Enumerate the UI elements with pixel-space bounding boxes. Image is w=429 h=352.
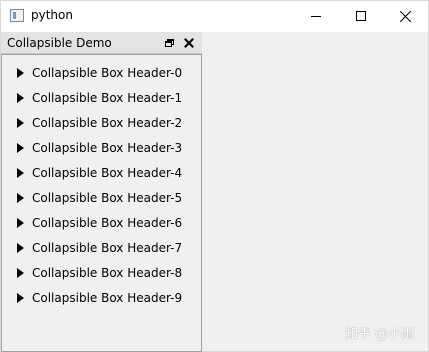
- arrow-right-icon: [17, 168, 24, 178]
- collapsible-box-label: Collapsible Box Header-6: [32, 216, 183, 230]
- collapsible-box-header[interactable]: Collapsible Box Header-5: [2, 186, 201, 211]
- collapsible-box-header[interactable]: Collapsible Box Header-1: [2, 86, 201, 111]
- maximize-button[interactable]: [338, 1, 384, 32]
- collapsible-box-label: Collapsible Box Header-3: [32, 141, 183, 155]
- dock-content-panel: Collapsible Box Header-0 Collapsible Box…: [1, 54, 202, 352]
- collapsible-box-label: Collapsible Box Header-2: [32, 116, 183, 130]
- float-icon[interactable]: [165, 39, 174, 47]
- collapsible-box-label: Collapsible Box Header-8: [32, 266, 183, 280]
- collapsible-box-label: Collapsible Box Header-5: [32, 191, 183, 205]
- collapsible-box-list: Collapsible Box Header-0 Collapsible Box…: [2, 61, 201, 311]
- collapsible-box-label: Collapsible Box Header-7: [32, 241, 183, 255]
- app-window: python Collapsible Demo Collapsible Box …: [0, 0, 429, 352]
- collapsible-box-label: Collapsible Box Header-4: [32, 166, 183, 180]
- arrow-right-icon: [17, 268, 24, 278]
- minimize-icon: [311, 16, 321, 17]
- dock-close-icon[interactable]: [184, 38, 194, 48]
- minimize-button[interactable]: [293, 1, 339, 32]
- arrow-right-icon: [17, 93, 24, 103]
- collapsible-box-header[interactable]: Collapsible Box Header-3: [2, 136, 201, 161]
- collapsible-box-header[interactable]: Collapsible Box Header-4: [2, 161, 201, 186]
- collapsible-box-header[interactable]: Collapsible Box Header-8: [2, 261, 201, 286]
- arrow-right-icon: [17, 68, 24, 78]
- collapsible-box-header[interactable]: Collapsible Box Header-9: [2, 286, 201, 311]
- collapsible-box-label: Collapsible Box Header-0: [32, 66, 183, 80]
- collapsible-box-header[interactable]: Collapsible Box Header-0: [2, 61, 201, 86]
- close-window-button[interactable]: [383, 1, 429, 32]
- dock-titlebar[interactable]: Collapsible Demo: [1, 32, 202, 54]
- window-title: python: [31, 8, 73, 22]
- arrow-right-icon: [17, 143, 24, 153]
- collapsible-box-header[interactable]: Collapsible Box Header-6: [2, 211, 201, 236]
- dock-title: Collapsible Demo: [7, 36, 112, 50]
- arrow-right-icon: [17, 218, 24, 228]
- collapsible-box-header[interactable]: Collapsible Box Header-2: [2, 111, 201, 136]
- close-icon: [400, 10, 412, 22]
- collapsible-box-header[interactable]: Collapsible Box Header-7: [2, 236, 201, 261]
- watermark-text: 知乎 @小雨: [345, 327, 415, 342]
- dock-widget: Collapsible Demo Collapsible Box Header-…: [1, 32, 202, 352]
- python-window-icon[interactable]: [10, 9, 24, 22]
- arrow-right-icon: [17, 243, 24, 253]
- collapsible-box-label: Collapsible Box Header-9: [32, 291, 183, 305]
- arrow-right-icon: [17, 293, 24, 303]
- arrow-right-icon: [17, 118, 24, 128]
- arrow-right-icon: [17, 193, 24, 203]
- collapsible-box-label: Collapsible Box Header-1: [32, 91, 183, 105]
- window-titlebar[interactable]: python: [1, 1, 428, 32]
- maximize-icon: [356, 11, 366, 21]
